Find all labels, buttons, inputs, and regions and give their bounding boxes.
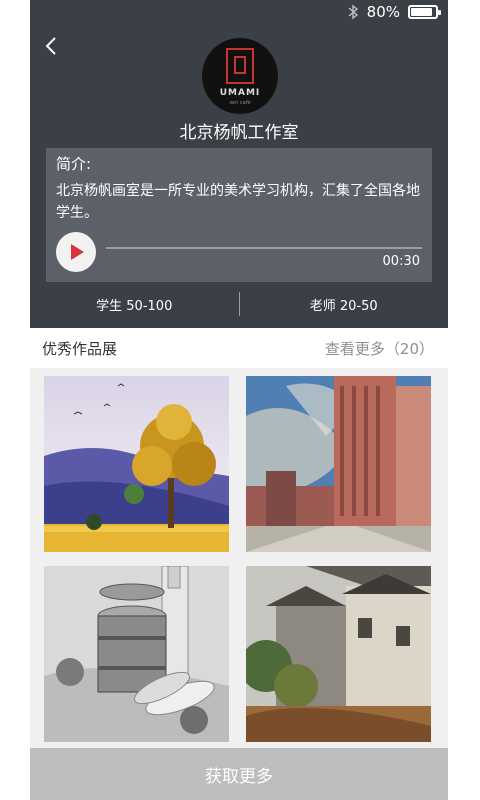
get-more-button[interactable]: 获取更多 bbox=[30, 748, 448, 800]
logo-brand-text: UMAMI bbox=[219, 88, 261, 98]
app-screen: 80% UMAMI zen café 北京杨帆工作室 简介: 北京杨帆画室是一所… bbox=[30, 0, 448, 800]
intro-text: 北京杨帆画室是一所专业的美术学习机构，汇集了全国各地学生。 bbox=[56, 183, 420, 221]
student-count: 学生 50-100 bbox=[96, 298, 173, 314]
intro-panel: 简介: 北京杨帆画室是一所专业的美术学习机构，汇集了全国各地学生。 00:30 bbox=[46, 148, 432, 282]
still-life-sketch bbox=[44, 566, 229, 742]
works-gallery bbox=[30, 368, 448, 748]
profile-header: 80% UMAMI zen café 北京杨帆工作室 简介: 北京杨帆画室是一所… bbox=[30, 0, 448, 328]
artwork-autumn-tree[interactable] bbox=[44, 376, 229, 552]
autumn-tree-painting bbox=[44, 376, 229, 552]
village-painting bbox=[246, 566, 431, 742]
works-title: 优秀作品展 bbox=[42, 339, 118, 358]
right-margin bbox=[448, 0, 480, 800]
left-margin bbox=[0, 0, 30, 800]
view-more-link[interactable]: 查看更多（20） bbox=[325, 338, 434, 359]
studio-name: 北京杨帆工作室 bbox=[179, 123, 299, 143]
logo-sub-text: zen café bbox=[229, 100, 251, 106]
audio-progress-track[interactable] bbox=[106, 247, 422, 249]
battery-fill bbox=[411, 8, 432, 16]
status-bar: 80% bbox=[347, 0, 448, 24]
audio-duration: 00:30 bbox=[382, 254, 420, 269]
city-painting bbox=[246, 376, 431, 552]
stats-row: 学生 50-100 老师 20-50 bbox=[30, 290, 448, 318]
logo-mark-icon bbox=[226, 48, 254, 84]
artwork-city-buildings[interactable] bbox=[246, 376, 431, 552]
studio-logo: UMAMI zen café bbox=[202, 38, 278, 114]
play-button[interactable] bbox=[56, 232, 96, 272]
battery-percent: 80% bbox=[366, 3, 400, 21]
battery-icon bbox=[408, 5, 441, 19]
artwork-old-village[interactable] bbox=[246, 566, 431, 742]
teacher-count: 老师 20-50 bbox=[309, 298, 378, 314]
audio-player: 00:30 bbox=[56, 230, 422, 274]
intro-label: 简介: bbox=[56, 155, 92, 173]
back-arrow-icon[interactable] bbox=[40, 34, 64, 58]
artwork-still-life[interactable] bbox=[44, 566, 229, 742]
bluetooth-icon bbox=[348, 4, 358, 20]
works-section-header: 优秀作品展 查看更多（20） bbox=[30, 328, 448, 368]
